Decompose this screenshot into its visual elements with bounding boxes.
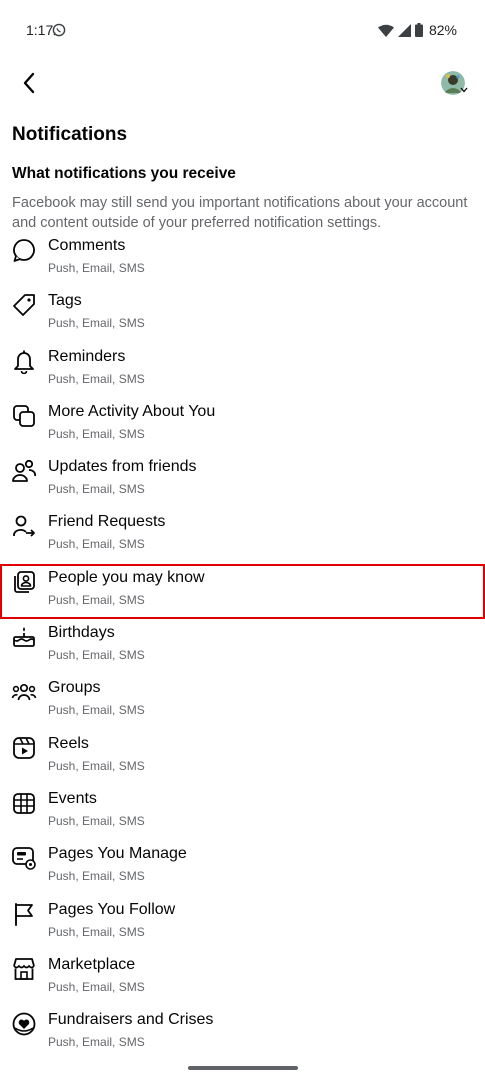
item-channels: Push, Email, SMS [48, 537, 145, 552]
item-label: Pages You Manage [48, 845, 187, 863]
item-label: Events [48, 789, 97, 807]
fundraiser-heart-icon [11, 1011, 37, 1037]
section-title: What notifications you receive [12, 165, 236, 182]
status-bar: 1:17 82% [0, 0, 485, 60]
item-label: Reminders [48, 347, 126, 365]
list-item-comments[interactable]: Comments Push, Email, SMS [0, 232, 485, 287]
item-channels: Push, Email, SMS [48, 482, 145, 497]
home-indicator[interactable] [188, 1066, 298, 1070]
status-time: 1:17 [26, 22, 54, 38]
list-item-pages-you-manage[interactable]: Pages You Manage Push, Email, SMS [0, 840, 485, 895]
item-channels: Push, Email, SMS [48, 648, 145, 663]
item-channels: Push, Email, SMS [48, 758, 145, 773]
wifi-icon [377, 24, 394, 37]
item-channels: Push, Email, SMS [48, 979, 145, 994]
item-label: Fundraisers and Crises [48, 1011, 214, 1029]
item-channels: Push, Email, SMS [48, 316, 145, 331]
item-label: Marketplace [48, 955, 136, 973]
comment-icon [11, 237, 37, 263]
people-you-may-know-icon [11, 569, 37, 595]
item-channels: Push, Email, SMS [48, 869, 145, 884]
bell-icon [11, 348, 37, 374]
item-label: Comments [48, 237, 126, 254]
item-label: People you may know [48, 568, 205, 586]
signal-icon [397, 23, 411, 37]
item-channels: Push, Email, SMS [48, 813, 145, 828]
list-item-groups[interactable]: Groups Push, Email, SMS [0, 674, 485, 729]
item-channels: Push, Email, SMS [48, 371, 145, 386]
item-channels: Push, Email, SMS [48, 924, 145, 939]
list-item-fundraisers[interactable]: Fundraisers and Crises Push, Email, SMS [0, 1006, 485, 1061]
list-item-marketplace[interactable]: Marketplace Push, Email, SMS [0, 951, 485, 1006]
top-navigation-bar [0, 60, 485, 110]
whatsapp-icon [52, 23, 66, 37]
item-channels: Push, Email, SMS [48, 592, 145, 607]
list-item-tags[interactable]: Tags Push, Email, SMS [0, 287, 485, 342]
item-channels: Push, Email, SMS [48, 1035, 145, 1050]
page-title: Notifications [12, 124, 128, 145]
list-item-reminders[interactable]: Reminders Push, Email, SMS [0, 343, 485, 398]
list-item-reels[interactable]: Reels Push, Email, SMS [0, 730, 485, 785]
item-label: Friend Requests [48, 513, 166, 531]
storefront-icon [11, 956, 37, 982]
item-label: Tags [48, 292, 82, 310]
item-label: Groups [48, 679, 101, 697]
calendar-icon [11, 790, 37, 816]
item-label: More Activity About You [48, 402, 216, 420]
back-button[interactable] [14, 68, 44, 98]
list-item-updates-from-friends[interactable]: Updates from friends Push, Email, SMS [0, 453, 485, 508]
item-channels: Push, Email, SMS [48, 261, 145, 275]
item-channels: Push, Email, SMS [48, 703, 145, 718]
item-label: Reels [48, 734, 89, 752]
birthday-cake-icon [11, 624, 37, 650]
reels-icon [11, 735, 37, 761]
list-item-birthdays[interactable]: Birthdays Push, Email, SMS [0, 619, 485, 674]
item-label: Updates from friends [48, 458, 197, 476]
item-label: Pages You Follow [48, 900, 176, 918]
friends-icon [11, 458, 37, 484]
section-description: Facebook may still send you important no… [12, 195, 468, 231]
list-item-people-you-may-know[interactable]: People you may know Push, Email, SMS [0, 563, 485, 620]
tag-icon [11, 292, 37, 318]
battery-icon [414, 23, 423, 37]
groups-icon [11, 679, 37, 705]
status-icons: 82% [377, 21, 457, 39]
flag-icon [11, 901, 37, 927]
notification-settings-list: Comments Push, Email, SMS Tags Push, Ema… [0, 232, 485, 1061]
friend-request-icon [11, 513, 37, 539]
chevron-down-icon [460, 87, 468, 93]
list-item-more-activity[interactable]: More Activity About You Push, Email, SMS [0, 398, 485, 453]
back-arrow-icon [22, 72, 36, 94]
list-item-friend-requests[interactable]: Friend Requests Push, Email, SMS [0, 508, 485, 563]
item-label: Birthdays [48, 624, 115, 642]
pages-manage-icon [11, 845, 37, 871]
activity-icon [11, 403, 37, 429]
battery-percentage: 82% [428, 22, 457, 38]
list-item-pages-you-follow[interactable]: Pages You Follow Push, Email, SMS [0, 896, 485, 951]
list-item-events[interactable]: Events Push, Email, SMS [0, 785, 485, 840]
item-channels: Push, Email, SMS [48, 426, 145, 441]
